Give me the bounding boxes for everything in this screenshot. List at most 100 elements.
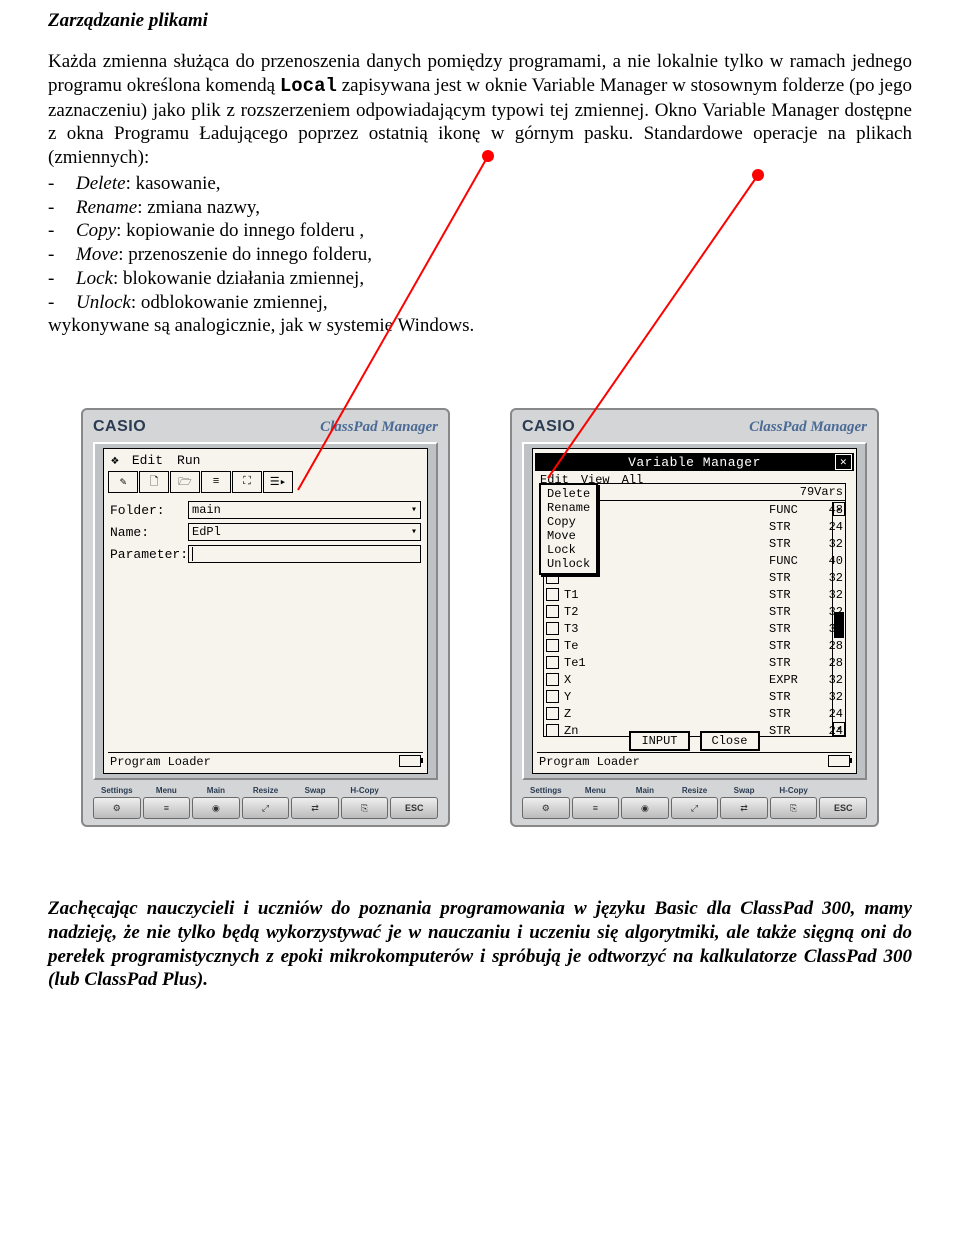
- hw-button-5[interactable]: ⎘: [770, 797, 818, 819]
- esc-button[interactable]: ESC: [390, 797, 438, 819]
- tool-icon-6[interactable]: ☰▸: [263, 471, 293, 493]
- tool-icon-3[interactable]: 🗁: [170, 471, 200, 493]
- text-cursor: [192, 547, 193, 561]
- param-field[interactable]: [188, 545, 421, 563]
- dropdown-item[interactable]: Copy: [545, 515, 592, 529]
- menu-run[interactable]: Run: [177, 453, 200, 468]
- menu-edit[interactable]: Edit: [132, 453, 163, 468]
- page-title: Zarządzanie plikami: [48, 10, 912, 32]
- checkbox[interactable]: [546, 639, 559, 652]
- hw-label: Settings: [93, 786, 141, 795]
- operation-item: Unlock: odblokowanie zmiennej,: [76, 291, 912, 315]
- folder-label: Folder:: [110, 503, 188, 518]
- hw-label: [819, 786, 867, 795]
- operation-item: Rename: zmiana nazwy,: [76, 196, 912, 220]
- hw-label: Main: [621, 786, 669, 795]
- hw-button-0[interactable]: ⚙: [93, 797, 141, 819]
- hw-button-1[interactable]: ≡: [143, 797, 191, 819]
- param-label: Parameter:: [110, 547, 188, 562]
- brand-sub: ClassPad Manager: [749, 419, 867, 436]
- checkbox[interactable]: [546, 690, 559, 703]
- scrollbar[interactable]: ▴ ▾: [832, 502, 845, 736]
- checkbox[interactable]: [546, 605, 559, 618]
- hw-label: H-Copy: [341, 786, 389, 795]
- folder-field[interactable]: main: [188, 501, 421, 519]
- checkbox[interactable]: [546, 673, 559, 686]
- checkbox[interactable]: [546, 588, 559, 601]
- left-device: CASIO ClassPad Manager ❖ Edit Run ✎ 🗋 🗁 …: [81, 408, 450, 827]
- tool-icon-5[interactable]: ⛶: [232, 471, 262, 493]
- hw-label: Swap: [291, 786, 339, 795]
- brand-sub: ClassPad Manager: [320, 419, 438, 436]
- checkbox[interactable]: [546, 622, 559, 635]
- dropdown-item[interactable]: Lock: [545, 543, 592, 557]
- scroll-thumb[interactable]: [834, 612, 844, 638]
- input-button[interactable]: INPUT: [629, 731, 689, 751]
- operation-item: Copy: kopiowanie do innego folderu ,: [76, 219, 912, 243]
- dropdown-item[interactable]: Unlock: [545, 557, 592, 571]
- table-row[interactable]: T2STR32: [544, 603, 845, 620]
- operations-list: Delete: kasowanie,Rename: zmiana nazwy,C…: [76, 172, 912, 315]
- scroll-up-icon[interactable]: ▴: [833, 502, 845, 516]
- tool-icon-1[interactable]: ✎: [108, 471, 138, 493]
- table-row[interactable]: Te1STR28: [544, 654, 845, 671]
- hw-label: Resize: [242, 786, 290, 795]
- hw-button-4[interactable]: ⇄: [720, 797, 768, 819]
- vm-titlebar: Variable Manager ✕: [535, 453, 854, 471]
- hw-button-3[interactable]: ⤢: [242, 797, 290, 819]
- after-list: wykonywane są analogicznie, jak w system…: [48, 314, 912, 338]
- checkbox[interactable]: [546, 656, 559, 669]
- var-count: 79Vars: [800, 485, 843, 499]
- name-label: Name:: [110, 525, 188, 540]
- close-icon[interactable]: ✕: [835, 454, 852, 470]
- name-field[interactable]: EdPl: [188, 523, 421, 541]
- hw-button-4[interactable]: ⇄: [291, 797, 339, 819]
- table-row[interactable]: TeSTR28: [544, 637, 845, 654]
- hw-button-3[interactable]: ⤢: [671, 797, 719, 819]
- battery-icon: [828, 755, 850, 767]
- table-row[interactable]: YSTR32: [544, 688, 845, 705]
- intro-paragraph: Każda zmienna służąca do przenoszenia da…: [48, 50, 912, 170]
- hw-label: [390, 786, 438, 795]
- closing-paragraph: Zachęcając nauczycieli i uczniów do pozn…: [48, 897, 912, 992]
- close-button[interactable]: Close: [700, 731, 760, 751]
- checkbox[interactable]: [546, 707, 559, 720]
- hw-label: Menu: [572, 786, 620, 795]
- left-toolbar: ✎ 🗋 🗁 ≡ ⛶ ☰▸: [108, 471, 423, 497]
- left-menubar: ❖ Edit Run: [108, 453, 423, 471]
- figures-row: CASIO ClassPad Manager ❖ Edit Run ✎ 🗋 🗁 …: [48, 408, 912, 827]
- operation-item: Delete: kasowanie,: [76, 172, 912, 196]
- hw-label: Settings: [522, 786, 570, 795]
- hw-button-5[interactable]: ⎘: [341, 797, 389, 819]
- operation-item: Lock: blokowanie działania zmiennej,: [76, 267, 912, 291]
- right-device: CASIO ClassPad Manager Variable Manager …: [510, 408, 879, 827]
- table-row[interactable]: ZSTR24: [544, 705, 845, 722]
- hw-button-2[interactable]: ◉: [192, 797, 240, 819]
- table-row[interactable]: T3STR32: [544, 620, 845, 637]
- esc-button[interactable]: ESC: [819, 797, 867, 819]
- brand-label: CASIO: [93, 418, 146, 436]
- status-label: Program Loader: [110, 755, 211, 769]
- status-label: Program Loader: [539, 755, 640, 769]
- hw-button-2[interactable]: ◉: [621, 797, 669, 819]
- dropdown-item[interactable]: Delete: [545, 487, 592, 501]
- left-screen: ❖ Edit Run ✎ 🗋 🗁 ≡ ⛶ ☰▸ Folder: ma: [103, 448, 428, 774]
- tool-icon-2[interactable]: 🗋: [139, 471, 169, 493]
- hw-label: Main: [192, 786, 240, 795]
- button-strip: SettingsMenuMainResizeSwapH-Copy⚙≡◉⤢⇄⎘ES…: [93, 786, 438, 819]
- dropdown-item[interactable]: Move: [545, 529, 592, 543]
- hw-button-0[interactable]: ⚙: [522, 797, 570, 819]
- brand-label: CASIO: [522, 418, 575, 436]
- dropdown-item[interactable]: Rename: [545, 501, 592, 515]
- right-screen: Variable Manager ✕ Edit View All 79Vars: [532, 448, 857, 774]
- hw-label: H-Copy: [770, 786, 818, 795]
- tool-icon-4[interactable]: ≡: [201, 471, 231, 493]
- battery-icon: [399, 755, 421, 767]
- hw-label: Swap: [720, 786, 768, 795]
- table-row[interactable]: XEXPR32: [544, 671, 845, 688]
- menu-chevron-icon[interactable]: ❖: [111, 453, 118, 468]
- hw-button-1[interactable]: ≡: [572, 797, 620, 819]
- edit-dropdown: DeleteRenameCopyMoveLockUnlock: [539, 483, 598, 575]
- table-row[interactable]: T1STR32: [544, 586, 845, 603]
- button-strip: SettingsMenuMainResizeSwapH-Copy⚙≡◉⤢⇄⎘ES…: [522, 786, 867, 819]
